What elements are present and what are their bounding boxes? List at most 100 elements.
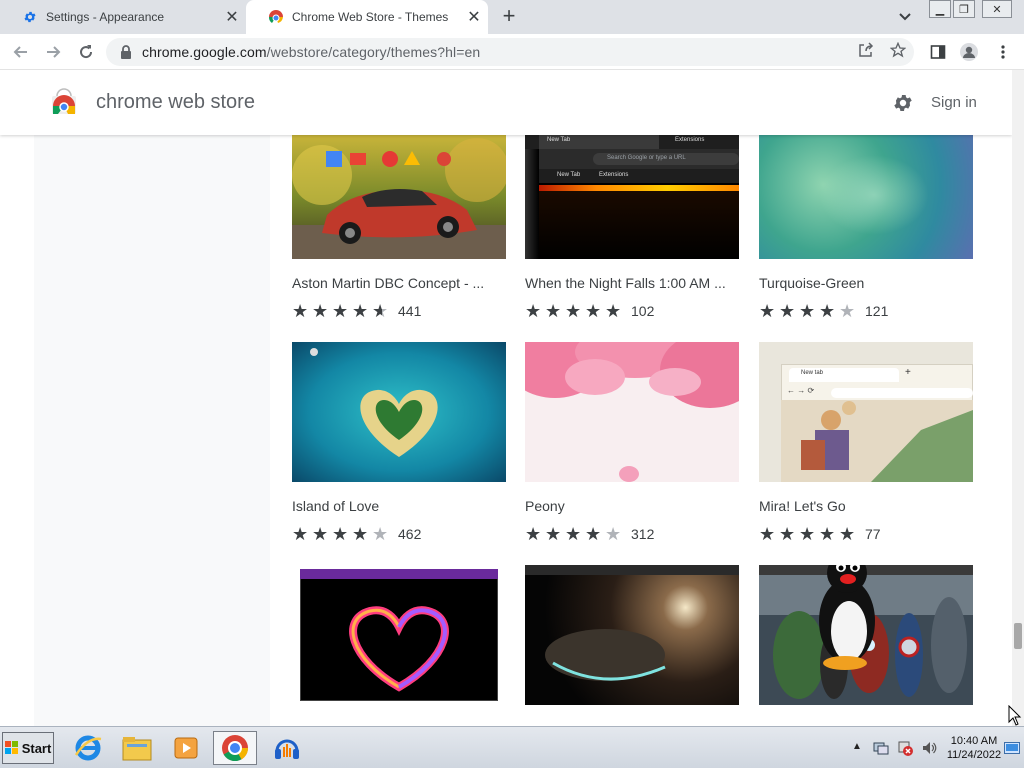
- star-rating: ★ ★ ★ ★ ★ 312: [525, 525, 654, 543]
- theme-thumbnail[interactable]: New Tab Extensions Search Google or type…: [525, 135, 739, 259]
- chrome-taskbar-icon[interactable]: [213, 731, 257, 765]
- theme-thumbnail[interactable]: [292, 135, 506, 259]
- theme-card-island-of-love[interactable]: Island of Love ★ ★ ★ ★ ★ 462: [292, 342, 506, 543]
- security-alert-icon[interactable]: [896, 739, 914, 757]
- theme-name[interactable]: Aston Martin DBC Concept - ...: [292, 275, 506, 291]
- browser-toolbar: chrome.google.com/webstore/category/them…: [0, 34, 1024, 70]
- profile-avatar-icon[interactable]: [958, 41, 980, 63]
- theme-thumbnail[interactable]: [525, 565, 739, 705]
- back-icon[interactable]: [10, 41, 32, 63]
- maximize-button[interactable]: ❐: [953, 0, 975, 18]
- tab-settings[interactable]: Settings - Appearance ✕: [0, 0, 246, 34]
- star-icon: ★: [819, 524, 836, 544]
- theme-card-aston-martin[interactable]: Aston Martin DBC Concept - ... ★ ★ ★ ★ ★ 441: [292, 135, 506, 320]
- theme-card-avengers[interactable]: [759, 565, 973, 705]
- show-desktop-icon[interactable]: [1004, 741, 1020, 754]
- star-icon: ★: [839, 524, 856, 544]
- star-empty-icon: ★: [605, 524, 622, 544]
- bookmark-star-icon[interactable]: [889, 41, 907, 59]
- theme-thumbnail[interactable]: [292, 565, 506, 705]
- minimize-button[interactable]: ▁: [929, 0, 951, 18]
- tab-webstore[interactable]: Chrome Web Store - Themes ✕: [246, 0, 488, 34]
- star-icon: ★: [565, 524, 582, 544]
- audio-app-icon[interactable]: [265, 731, 309, 765]
- tab-title: Chrome Web Store - Themes: [292, 10, 449, 24]
- mini-tab-label: New tab: [801, 370, 824, 376]
- close-window-button[interactable]: ✕: [982, 0, 1012, 18]
- star-icon: ★: [525, 301, 542, 321]
- theme-card-mira-lets-go[interactable]: New tab + ← → ⟳ Mira! Let's Go ★ ★ ★ ★ ★ 77: [759, 342, 973, 543]
- store-name[interactable]: chrome web store: [96, 91, 255, 114]
- side-panel-icon[interactable]: [927, 41, 949, 63]
- tab-strip: Settings - Appearance ✕ Chrome Web Store…: [0, 0, 1024, 34]
- star-icon: ★: [332, 524, 349, 544]
- mini-shortcut-label: Extensions: [599, 172, 629, 178]
- theme-thumbnail[interactable]: New tab + ← → ⟳: [759, 342, 973, 482]
- windows-logo-icon: [4, 741, 18, 754]
- theme-card-turquoise-green[interactable]: Turquoise-Green ★ ★ ★ ★ ★ 121: [759, 135, 973, 320]
- theme-thumbnail[interactable]: [292, 342, 506, 482]
- rating-count: 77: [865, 526, 881, 542]
- sign-in-link[interactable]: Sign in: [931, 94, 977, 111]
- settings-gear-icon[interactable]: [892, 92, 914, 114]
- media-player-icon[interactable]: [164, 731, 208, 765]
- theme-name[interactable]: Turquoise-Green: [759, 275, 973, 291]
- theme-card-neon-heart[interactable]: [292, 565, 506, 705]
- start-button[interactable]: Start: [2, 732, 54, 764]
- clock-date: 11/24/2022: [946, 749, 1002, 761]
- lock-icon[interactable]: [120, 45, 132, 59]
- theme-name[interactable]: When the Night Falls 1:00 AM ...: [525, 275, 739, 291]
- mouse-cursor-icon: [1008, 705, 1022, 726]
- theme-thumbnail[interactable]: [525, 342, 739, 482]
- forward-icon[interactable]: [42, 41, 64, 63]
- new-tab-button[interactable]: +: [498, 5, 520, 28]
- star-icon: ★: [799, 301, 816, 321]
- gear-icon: [22, 9, 38, 25]
- page-scrollbar[interactable]: [1012, 70, 1024, 726]
- scrollbar-thumb[interactable]: [1014, 623, 1022, 649]
- clock-time: 10:40 AM: [950, 735, 998, 747]
- star-rating: ★ ★ ★ ★ ★ 462: [292, 525, 421, 543]
- reload-icon[interactable]: [75, 41, 97, 63]
- mini-ext-label: Extensions: [675, 137, 705, 143]
- more-menu-icon[interactable]: [992, 41, 1014, 63]
- webstore-page: chrome web store Sign in Aston Martin DB…: [0, 70, 1012, 726]
- penguin-mascot-icon: [819, 565, 875, 670]
- mini-plus-icon: +: [905, 367, 911, 378]
- star-icon: ★: [585, 524, 602, 544]
- theme-card-space-ship[interactable]: [525, 565, 739, 705]
- theme-name[interactable]: Peony: [525, 498, 739, 514]
- webstore-logo-icon[interactable]: [50, 88, 78, 116]
- rating-count: 312: [631, 526, 655, 542]
- sidebar: [34, 135, 270, 726]
- star-icon: ★: [525, 524, 542, 544]
- theme-thumbnail[interactable]: [759, 565, 973, 705]
- mini-tab-label: New Tab: [547, 137, 571, 143]
- volume-icon[interactable]: [920, 739, 938, 757]
- star-icon: ★: [312, 524, 329, 544]
- star-empty-icon: ★: [372, 524, 389, 544]
- windows-taskbar: Start ▲ 10:40 AM 11/24/2022: [0, 726, 1024, 768]
- network-icon[interactable]: [872, 739, 890, 757]
- theme-name[interactable]: Mira! Let's Go: [759, 498, 973, 514]
- tray-expand-icon[interactable]: ▲: [852, 741, 862, 752]
- close-tab-icon[interactable]: ✕: [464, 7, 484, 27]
- internet-explorer-icon[interactable]: [66, 731, 110, 765]
- star-rating: ★ ★ ★ ★ ★ 77: [759, 525, 881, 543]
- theme-card-night-falls[interactable]: New Tab Extensions Search Google or type…: [525, 135, 739, 320]
- chevron-down-icon[interactable]: [896, 8, 914, 26]
- theme-thumbnail[interactable]: [759, 135, 973, 259]
- half-star-icon: ★: [372, 302, 392, 320]
- star-empty-icon: ★: [839, 301, 856, 321]
- address-bar[interactable]: chrome.google.com/webstore/category/them…: [106, 38, 914, 66]
- file-explorer-icon[interactable]: [115, 731, 159, 765]
- theme-card-peony[interactable]: Peony ★ ★ ★ ★ ★ 312: [525, 342, 739, 543]
- mini-shortcut-label: New Tab: [557, 172, 581, 178]
- url-host: chrome.google.com: [142, 44, 267, 60]
- close-tab-icon[interactable]: ✕: [222, 7, 242, 27]
- start-label: Start: [21, 740, 52, 756]
- taskbar-clock[interactable]: 10:40 AM 11/24/2022: [942, 734, 1006, 762]
- star-rating: ★ ★ ★ ★ ★ 121: [759, 302, 888, 320]
- theme-name[interactable]: Island of Love: [292, 498, 506, 514]
- share-icon[interactable]: [857, 41, 875, 59]
